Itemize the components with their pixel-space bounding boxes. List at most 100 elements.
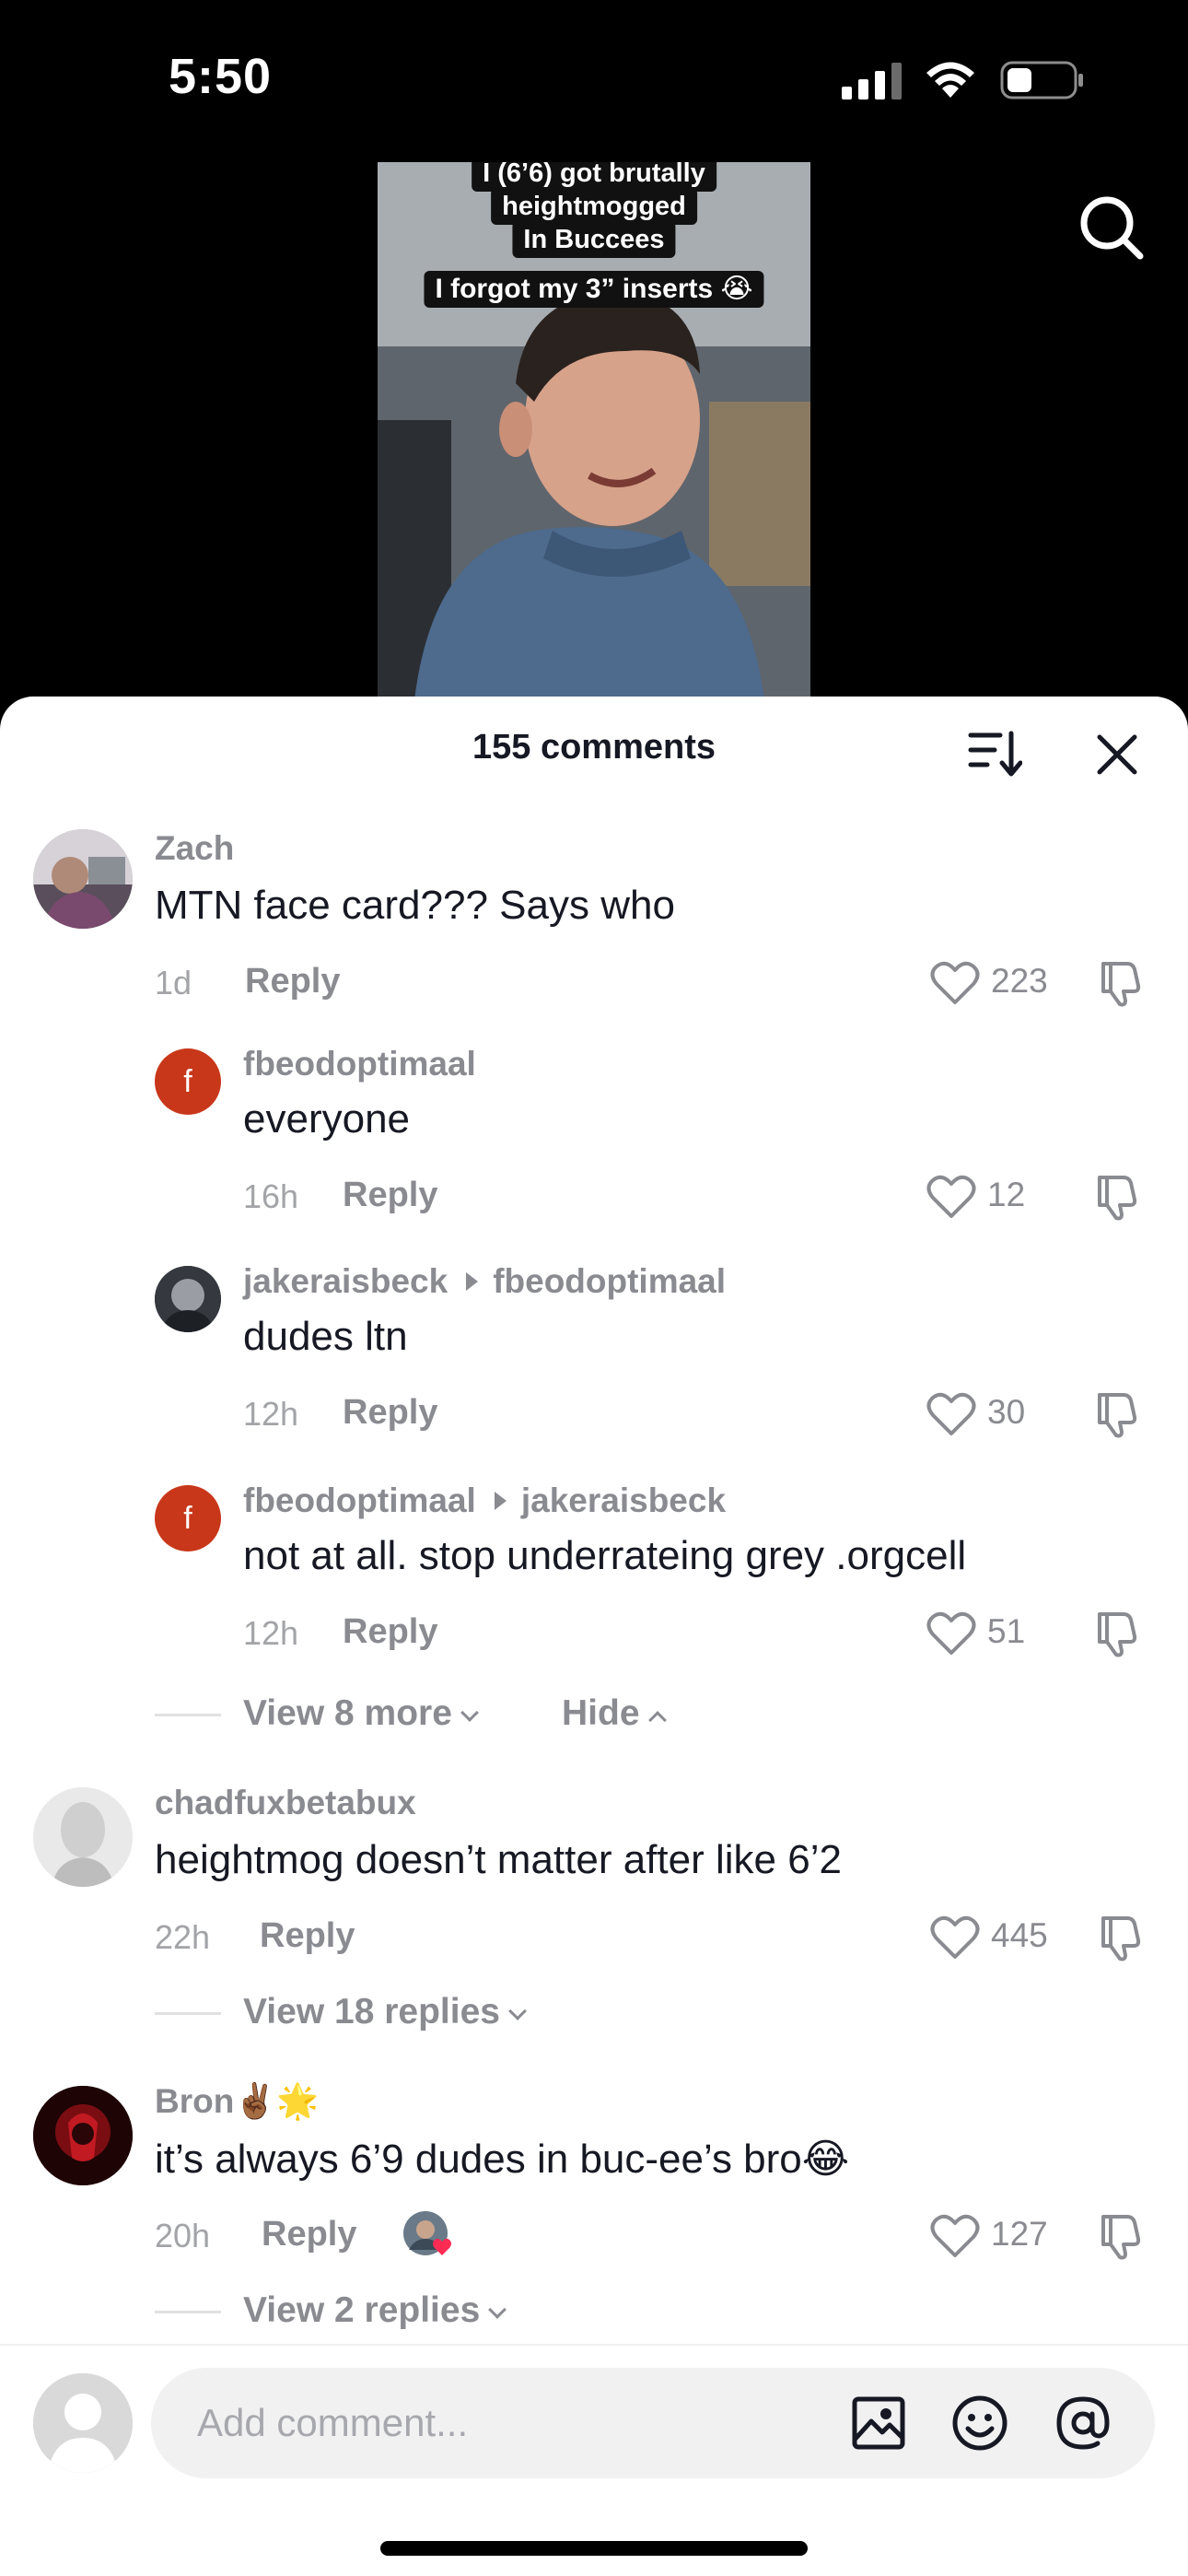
- view-replies-label[interactable]: View 2 replies: [243, 2290, 480, 2330]
- dislike-icon[interactable]: [1096, 2211, 1146, 2261]
- like-count: 51: [987, 1612, 1026, 1650]
- username-text[interactable]: jakeraisbeck: [243, 1262, 448, 1300]
- avatar[interactable]: [155, 1266, 221, 1332]
- thread-divider: [155, 2311, 221, 2313]
- comment-text: everyone: [243, 1096, 411, 1142]
- view-replies-label[interactable]: View 18 replies: [243, 1992, 500, 2032]
- heart-icon[interactable]: [930, 2213, 980, 2259]
- dislike-icon[interactable]: [1096, 1913, 1146, 1962]
- reply-button[interactable]: Reply: [343, 1393, 437, 1433]
- avatar-image: [33, 1787, 133, 1887]
- add-comment-input[interactable]: Add comment...: [151, 2368, 1155, 2478]
- reply-to-arrow-icon: [466, 1272, 479, 1292]
- reply-button[interactable]: Reply: [245, 962, 340, 1001]
- comment-username[interactable]: chadfuxbetabux: [155, 1784, 416, 1822]
- dislike-icon[interactable]: [1092, 1172, 1142, 1222]
- view-more-label[interactable]: View 8 more: [243, 1693, 452, 1733]
- reply-button[interactable]: Reply: [260, 1916, 355, 1956]
- comment-text: not at all. stop underrateing grey .orgc…: [243, 1533, 967, 1578]
- sort-icon: [968, 731, 1023, 777]
- comment-username[interactable]: jakeraisbeck fbeodoptimaal: [243, 1262, 726, 1301]
- like-count: 30: [987, 1393, 1026, 1431]
- heart-icon[interactable]: [930, 960, 980, 1006]
- comment-text: heightmog doesn’t matter after like 6’2: [155, 1837, 842, 1882]
- heart-icon[interactable]: [926, 1174, 976, 1220]
- reply-to-username[interactable]: fbeodoptimaal: [493, 1262, 726, 1300]
- like-count: 445: [991, 1916, 1048, 1954]
- reply-button[interactable]: Reply: [262, 2215, 356, 2254]
- avatar-image: [33, 2086, 133, 2185]
- dislike-icon[interactable]: [1092, 1609, 1142, 1658]
- emoji-icon[interactable]: [950, 2394, 1009, 2453]
- comment-item: Zach MTN face card??? Says who 1d Reply …: [0, 825, 1188, 1047]
- wifi-icon: [926, 62, 974, 98]
- chevron-down-icon: [460, 1704, 479, 1722]
- close-button[interactable]: [1094, 728, 1140, 779]
- comment-time: 12h: [243, 1614, 299, 1652]
- comment-time: 20h: [155, 2217, 211, 2254]
- reply-item: f fbeodoptimaal jakeraisbeck not at all. …: [0, 1481, 1188, 1693]
- my-avatar: [33, 2373, 133, 2473]
- comment-time: 16h: [243, 1177, 299, 1215]
- avatar[interactable]: [33, 2086, 133, 2185]
- like-count: 127: [991, 2215, 1048, 2253]
- avatar[interactable]: f: [155, 1485, 221, 1551]
- reply-item: f fbeodoptimaal everyone 16h Reply 12: [0, 1045, 1188, 1257]
- comment-username[interactable]: fbeodoptimaal: [243, 1045, 476, 1083]
- search-icon: [1080, 196, 1144, 260]
- chevron-down-icon: [508, 2002, 527, 2020]
- view-more-replies-button[interactable]: View 8 more: [243, 1693, 479, 1734]
- comment-text: MTN face card??? Says who: [155, 883, 675, 928]
- hide-label[interactable]: Hide: [562, 1693, 640, 1733]
- cellular-signal-icon: [842, 63, 902, 100]
- avatar[interactable]: f: [155, 1048, 221, 1115]
- comment-username[interactable]: Bron✌🏾🌟: [155, 2082, 319, 2122]
- reply-to-arrow-icon: [494, 1492, 507, 1511]
- home-indicator: [380, 2541, 808, 2556]
- mention-icon[interactable]: [1054, 2394, 1112, 2453]
- avatar-image: [155, 1266, 221, 1332]
- search-button[interactable]: [1076, 192, 1147, 263]
- comment-time: 22h: [155, 1918, 211, 1956]
- add-comment-placeholder: Add comment...: [197, 2401, 469, 2444]
- heart-icon[interactable]: [930, 1914, 980, 1961]
- chevron-up-icon: [647, 1711, 667, 1729]
- comment-item: chadfuxbetabux heightmog doesn’t matter …: [0, 1782, 1188, 2003]
- hide-replies-button[interactable]: Hide: [562, 1693, 667, 1734]
- thread-divider: [155, 2012, 221, 2015]
- battery-icon: [1000, 61, 1083, 100]
- comment-item: Bron✌🏾🌟 it’s always 6’9 dudes in buc-ee’…: [0, 2080, 1188, 2301]
- like-count: 223: [991, 962, 1048, 1000]
- video-caption-2: I forgot my 3” inserts 😭: [424, 271, 764, 308]
- dislike-icon[interactable]: [1092, 1389, 1142, 1439]
- comment-time: 12h: [243, 1395, 299, 1433]
- comment-text: it’s always 6’9 dudes in buc-ee’s bro😂: [155, 2137, 850, 2182]
- view-replies-button[interactable]: View 2 replies: [243, 2290, 507, 2331]
- video-caption-line-3: In Buccees: [512, 221, 676, 258]
- comments-header: 155 comments: [0, 697, 1188, 807]
- comments-sheet: 155 comments Zach MTN face card??? Says …: [0, 697, 1188, 2576]
- sort-button[interactable]: [967, 728, 1023, 779]
- view-replies-button[interactable]: View 18 replies: [243, 1992, 527, 2032]
- username-text[interactable]: fbeodoptimaal: [243, 1481, 476, 1519]
- heart-icon[interactable]: [926, 1610, 976, 1657]
- comment-input-bar: Add comment...: [0, 2344, 1188, 2576]
- reply-button[interactable]: Reply: [343, 1612, 437, 1652]
- video-caption-line-2: heightmogged: [491, 188, 697, 225]
- comment-time: 1d: [155, 964, 192, 1001]
- comment-text: dudes ltn: [243, 1314, 408, 1359]
- close-icon: [1097, 734, 1137, 775]
- video-thumbnail[interactable]: I (6’6) got brutally heightmogged In Buc…: [378, 162, 810, 700]
- reply-button[interactable]: Reply: [343, 1176, 437, 1215]
- comment-username[interactable]: fbeodoptimaal jakeraisbeck: [243, 1481, 726, 1520]
- like-count: 12: [987, 1176, 1026, 1213]
- heart-icon[interactable]: [926, 1391, 976, 1437]
- avatar[interactable]: [33, 1787, 133, 1887]
- status-bar: 5:50: [0, 0, 1188, 161]
- dislike-icon[interactable]: [1096, 958, 1146, 1008]
- chevron-down-icon: [488, 2301, 507, 2319]
- comment-username[interactable]: Zach: [155, 829, 234, 868]
- reply-to-username[interactable]: jakeraisbeck: [521, 1481, 726, 1519]
- avatar[interactable]: [33, 829, 133, 929]
- image-icon[interactable]: [849, 2394, 908, 2453]
